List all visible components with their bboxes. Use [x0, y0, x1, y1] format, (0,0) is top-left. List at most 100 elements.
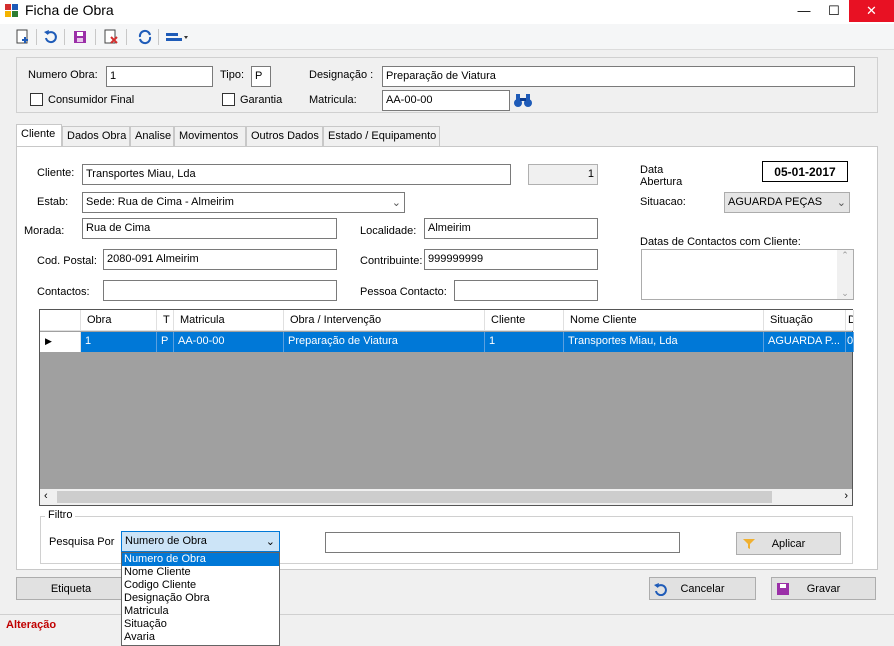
- tab-estado-equipamento[interactable]: Estado / Equipamento: [323, 126, 440, 146]
- etiqueta-button[interactable]: Etiqueta: [16, 577, 126, 600]
- matricula-input[interactable]: AA-00-00: [382, 90, 510, 111]
- pesquisa-por-select[interactable]: Numero de Obra ⌄: [121, 531, 280, 552]
- numero-obra-input[interactable]: 1: [106, 66, 213, 87]
- filtro-legend: Filtro: [45, 509, 76, 521]
- situacao-select[interactable]: AGUARDA PEÇAS ⌄: [724, 192, 850, 213]
- layout-menu-button[interactable]: [165, 28, 189, 46]
- estab-select-value: Sede: Rua de Cima - Almeirim: [86, 196, 234, 208]
- morada-label: Morada:: [24, 225, 65, 237]
- filter-funnel-icon: [743, 539, 755, 549]
- data-abertura-field[interactable]: 05-01-2017: [762, 161, 848, 182]
- table-cell[interactable]: AA-00-00: [174, 332, 284, 352]
- table-cell[interactable]: 1: [81, 332, 157, 352]
- table-cell[interactable]: 0: [846, 332, 854, 352]
- datas-contactos-label: Datas de Contactos com Cliente:: [640, 236, 801, 248]
- grid-column-header[interactable]: Nome Cliente: [564, 310, 764, 331]
- save-toolbar-button[interactable]: [71, 28, 89, 46]
- binoculars-search-button[interactable]: [512, 91, 534, 111]
- grid-column-header[interactable]: Matricula: [174, 310, 284, 331]
- grid-horizontal-scrollbar[interactable]: ‹ ›: [40, 489, 852, 505]
- pessoa-contacto-input[interactable]: [454, 280, 598, 301]
- chevron-down-icon: ⌄: [836, 197, 846, 209]
- chevron-down-icon: ⌄: [391, 197, 401, 209]
- dropdown-option[interactable]: Situação: [122, 618, 279, 631]
- save-icon: [74, 31, 86, 43]
- table-cell[interactable]: AGUARDA P...: [764, 332, 846, 352]
- localidade-label: Localidade:: [360, 225, 417, 237]
- undo-icon: [654, 583, 667, 596]
- layout-dropdown-icon: [166, 33, 188, 41]
- grid-column-header[interactable]: Obra / Intervenção: [284, 310, 485, 331]
- cod-postal-input[interactable]: 2080-091 Almeirim: [103, 249, 337, 270]
- dropdown-option[interactable]: Codigo Cliente: [122, 579, 279, 592]
- table-cell[interactable]: 1: [485, 332, 564, 352]
- obras-grid[interactable]: Obra T Matricula Obra / Intervenção Clie…: [39, 309, 854, 506]
- contactos-input[interactable]: [103, 280, 337, 301]
- grid-row-header-corner: [40, 310, 81, 331]
- cancelar-button-label: Cancelar: [680, 582, 725, 595]
- dropdown-option[interactable]: Matricula: [122, 605, 279, 618]
- status-text: Alteração: [6, 619, 57, 631]
- tab-cliente[interactable]: Cliente: [16, 124, 62, 146]
- current-row-arrow-icon: ▶: [45, 336, 52, 346]
- localidade-input[interactable]: Almeirim: [424, 218, 598, 239]
- undo-button[interactable]: [42, 28, 60, 46]
- tab-outros-dados[interactable]: Outros Dados: [246, 126, 323, 146]
- undo-icon: [44, 30, 57, 44]
- grid-column-header[interactable]: Cliente: [485, 310, 564, 331]
- table-cell[interactable]: Transportes Miau, Lda: [564, 332, 764, 352]
- filtro-search-input[interactable]: [325, 532, 680, 553]
- new-record-button[interactable]: [14, 28, 32, 46]
- table-cell[interactable]: P: [157, 332, 174, 352]
- consumidor-final-checkbox[interactable]: [30, 93, 43, 106]
- cliente-input[interactable]: Transportes Miau, Lda: [82, 164, 511, 185]
- tab-movimentos[interactable]: Movimentos: [174, 126, 246, 146]
- binoculars-icon: [514, 94, 532, 107]
- pesquisa-por-dropdown-list[interactable]: Numero de Obra Nome Cliente Codigo Clien…: [121, 552, 280, 646]
- dropdown-option[interactable]: Numero de Obra: [122, 553, 279, 566]
- textarea-scrollbar[interactable]: ⌃ ⌄: [837, 250, 853, 299]
- gravar-button[interactable]: Gravar: [771, 577, 876, 600]
- close-button[interactable]: ✕: [849, 0, 894, 22]
- tab-analise[interactable]: Analise: [130, 126, 174, 146]
- grid-row-selector[interactable]: ▶: [40, 332, 81, 352]
- data-label: Data: [640, 164, 664, 176]
- garantia-checkbox[interactable]: [222, 93, 235, 106]
- grid-column-header[interactable]: Situação: [764, 310, 846, 331]
- delete-button[interactable]: [102, 28, 120, 46]
- aplicar-button[interactable]: Aplicar: [736, 532, 841, 555]
- scroll-up-icon: ⌃: [841, 250, 849, 260]
- pesquisa-por-select-value: Numero de Obra: [125, 535, 207, 547]
- grid-column-header[interactable]: Obra: [81, 310, 157, 331]
- cancelar-button[interactable]: Cancelar: [649, 577, 756, 600]
- save-icon: [777, 583, 789, 595]
- estab-select[interactable]: Sede: Rua de Cima - Almeirim ⌄: [82, 192, 405, 213]
- matricula-label: Matricula:: [309, 94, 357, 106]
- header-panel: Numero Obra: 1 Tipo: P Designação : Prep…: [16, 57, 878, 113]
- scrollbar-thumb[interactable]: [57, 491, 772, 503]
- refresh-button[interactable]: [136, 28, 154, 46]
- situacao-select-value: AGUARDA PEÇAS: [728, 196, 823, 208]
- dropdown-option[interactable]: Designação Obra: [122, 592, 279, 605]
- contribuinte-label: Contribuinte:: [360, 255, 423, 267]
- new-document-icon: [16, 29, 28, 44]
- dropdown-option[interactable]: Nome Cliente: [122, 566, 279, 579]
- tab-dados-obra[interactable]: Dados Obra: [62, 126, 130, 146]
- maximize-button[interactable]: ☐: [819, 0, 849, 22]
- morada-input[interactable]: Rua de Cima: [82, 218, 337, 239]
- minimize-button[interactable]: —: [789, 0, 819, 22]
- dropdown-option[interactable]: Avaria: [122, 631, 279, 644]
- title-bar: Ficha de Obra — ☐ ✕: [0, 0, 894, 24]
- scroll-down-icon: ⌄: [841, 288, 849, 298]
- grid-column-header[interactable]: D: [846, 310, 854, 331]
- contribuinte-input[interactable]: 999999999: [424, 249, 598, 270]
- garantia-label: Garantia: [240, 94, 283, 106]
- table-cell[interactable]: Preparação de Viatura: [284, 332, 485, 352]
- contactos-label: Contactos:: [37, 286, 90, 298]
- pessoa-contacto-label: Pessoa Contacto:: [360, 286, 447, 298]
- designacao-input[interactable]: Preparação de Viatura: [382, 66, 855, 87]
- tipo-input[interactable]: P: [251, 66, 271, 87]
- delete-document-icon: [104, 29, 118, 44]
- datas-contactos-textarea[interactable]: ⌃ ⌄: [641, 249, 854, 300]
- grid-column-header[interactable]: T: [157, 310, 174, 331]
